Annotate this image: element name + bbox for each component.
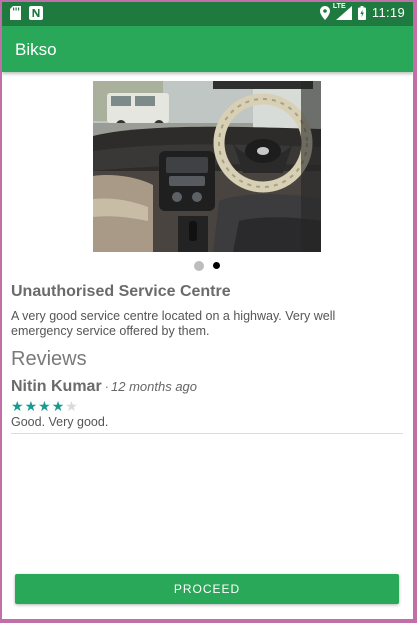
review-item: Nitin Kumar · 12 months ago ★ ★ ★ ★ ★ Good… bbox=[11, 378, 403, 429]
review-author: Nitin Kumar bbox=[11, 378, 102, 395]
notification-n-icon bbox=[29, 6, 43, 20]
service-centre-title: Unauthorised Service Centre bbox=[11, 283, 231, 300]
star-icon: ★ bbox=[38, 398, 51, 414]
review-time: 12 months ago bbox=[111, 379, 198, 394]
review-rating: ★ ★ ★ ★ ★ bbox=[11, 399, 403, 413]
status-bar: LTE 11:19 bbox=[2, 2, 413, 26]
star-icon: ★ bbox=[24, 398, 38, 414]
status-right-icons: LTE 11:19 bbox=[319, 2, 405, 20]
star-icon: ★ bbox=[11, 398, 24, 414]
app-bar: Bikso bbox=[2, 26, 413, 72]
location-icon bbox=[319, 5, 330, 20]
status-left-icons bbox=[10, 6, 43, 20]
lte-label: LTE bbox=[332, 2, 346, 10]
status-time: 11:19 bbox=[371, 5, 405, 20]
star-icon: ★ bbox=[51, 398, 65, 414]
battery-icon bbox=[357, 5, 366, 20]
proceed-button[interactable]: PROCEED bbox=[15, 574, 399, 604]
app-title: Bikso bbox=[15, 40, 57, 59]
carousel-dot[interactable] bbox=[194, 261, 204, 271]
review-divider bbox=[11, 433, 403, 434]
review-header: Nitin Kumar · 12 months ago bbox=[11, 378, 403, 396]
reviews-heading: Reviews bbox=[11, 348, 87, 370]
service-centre-description: A very good service centre located on a … bbox=[11, 309, 336, 338]
app-screen: LTE 11:19 Bikso Unauthorised Service Cen… bbox=[2, 2, 413, 619]
service-centre-photo[interactable] bbox=[93, 81, 321, 252]
carousel-indicator bbox=[194, 260, 234, 272]
review-separator: · bbox=[104, 379, 110, 394]
star-icon: ★ bbox=[65, 398, 78, 414]
sd-card-icon bbox=[10, 6, 21, 20]
signal-icon: LTE bbox=[332, 2, 352, 20]
carousel-dot-active[interactable] bbox=[213, 262, 220, 269]
review-body: Good. Very good. bbox=[11, 415, 109, 429]
